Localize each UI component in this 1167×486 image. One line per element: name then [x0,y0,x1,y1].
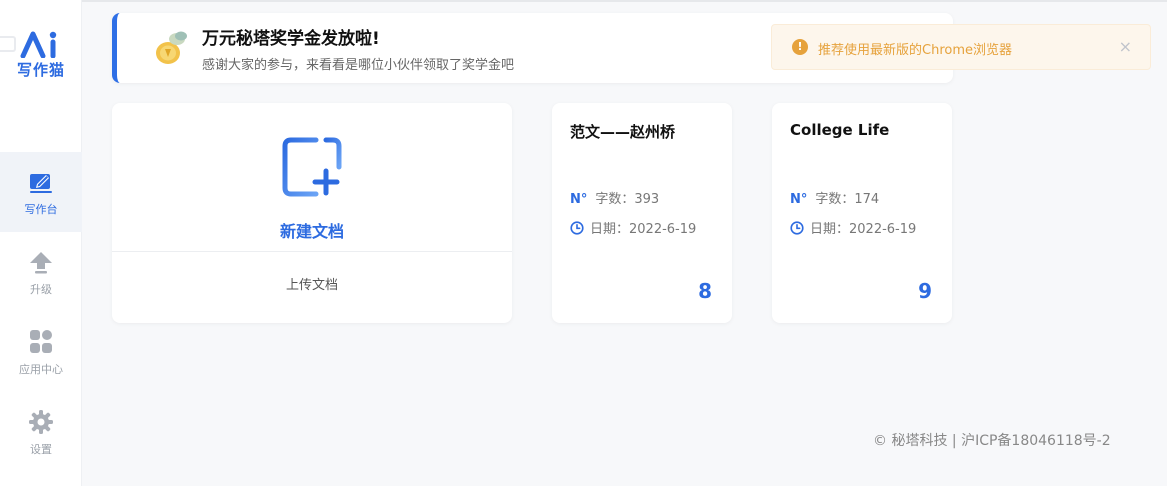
document-date: 日期：2022-6-19 [810,222,917,237]
banner-subtitle: 感谢大家的参与，来看看是哪位小伙伴领取了奖学金吧 [202,58,515,73]
logo-text: 写作猫 [16,61,65,79]
sidebar: 写作猫 写作台 升级 应用中心 设置 [0,0,82,486]
document-title: College Life [790,121,890,139]
word-count: 字数：393 [595,192,660,207]
document-title: 范文——赵州桥 [570,123,676,141]
word-count-row: N° 字数：174 [790,188,879,207]
new-document-label: 新建文档 [279,222,344,241]
number-icon: N° [790,192,808,207]
gear-icon [29,410,53,434]
sidebar-item-label: 应用中心 [19,363,63,376]
word-count: 字数：174 [815,192,880,207]
date-row: 日期：2022-6-19 [790,218,916,237]
edit-icon [30,174,52,193]
banner-title: 万元秘塔奖学金发放啦! [202,29,380,49]
upload-arrow-icon [30,252,52,274]
sidebar-item-label: 写作台 [24,203,58,216]
sidebar-item-label: 设置 [30,443,52,456]
upload-document-button[interactable]: 上传文档 [112,252,512,323]
document-card[interactable]: College Life N° 字数：174 日期：2022-6-19 9 [772,103,952,323]
browser-warning-toast: ! 推荐使用最新版的Chrome浏览器 × [771,24,1151,70]
grid-apps-icon [30,330,52,353]
new-document-button[interactable]: 新建文档 [112,103,512,251]
clock-icon [790,221,804,235]
sidebar-item-label: 升级 [30,283,52,296]
document-date: 日期：2022-6-19 [590,222,697,237]
new-document-icon [282,137,342,197]
sidebar-item-app-center[interactable]: 应用中心 [0,312,82,392]
word-count-row: N° 字数：393 [570,188,659,207]
logo-mark-icon [20,31,57,58]
document-card[interactable]: 范文——赵州桥 N° 字数：393 日期：2022-6-19 8 [552,103,732,323]
number-icon: N° [570,192,588,207]
sidebar-item-settings[interactable]: 设置 [0,392,82,472]
document-count: 8 [698,279,712,303]
footer-copyright: © 秘塔科技 | 沪ICP备18046118号-2 [873,433,1111,449]
warning-icon: ! [792,39,808,55]
date-row: 日期：2022-6-19 [570,218,696,237]
sidebar-item-upgrade[interactable]: 升级 [0,232,82,312]
sidebar-item-workspace[interactable]: 写作台 [0,152,82,232]
toast-message: 推荐使用最新版的Chrome浏览器 [818,43,1012,58]
document-count: 9 [918,279,932,303]
logo[interactable]: 写作猫 [0,30,82,80]
new-document-card: 新建文档 上传文档 [112,103,512,323]
close-icon[interactable]: × [1119,37,1132,56]
top-border [0,0,1167,2]
coins-icon [156,31,187,64]
clock-icon [570,221,584,235]
